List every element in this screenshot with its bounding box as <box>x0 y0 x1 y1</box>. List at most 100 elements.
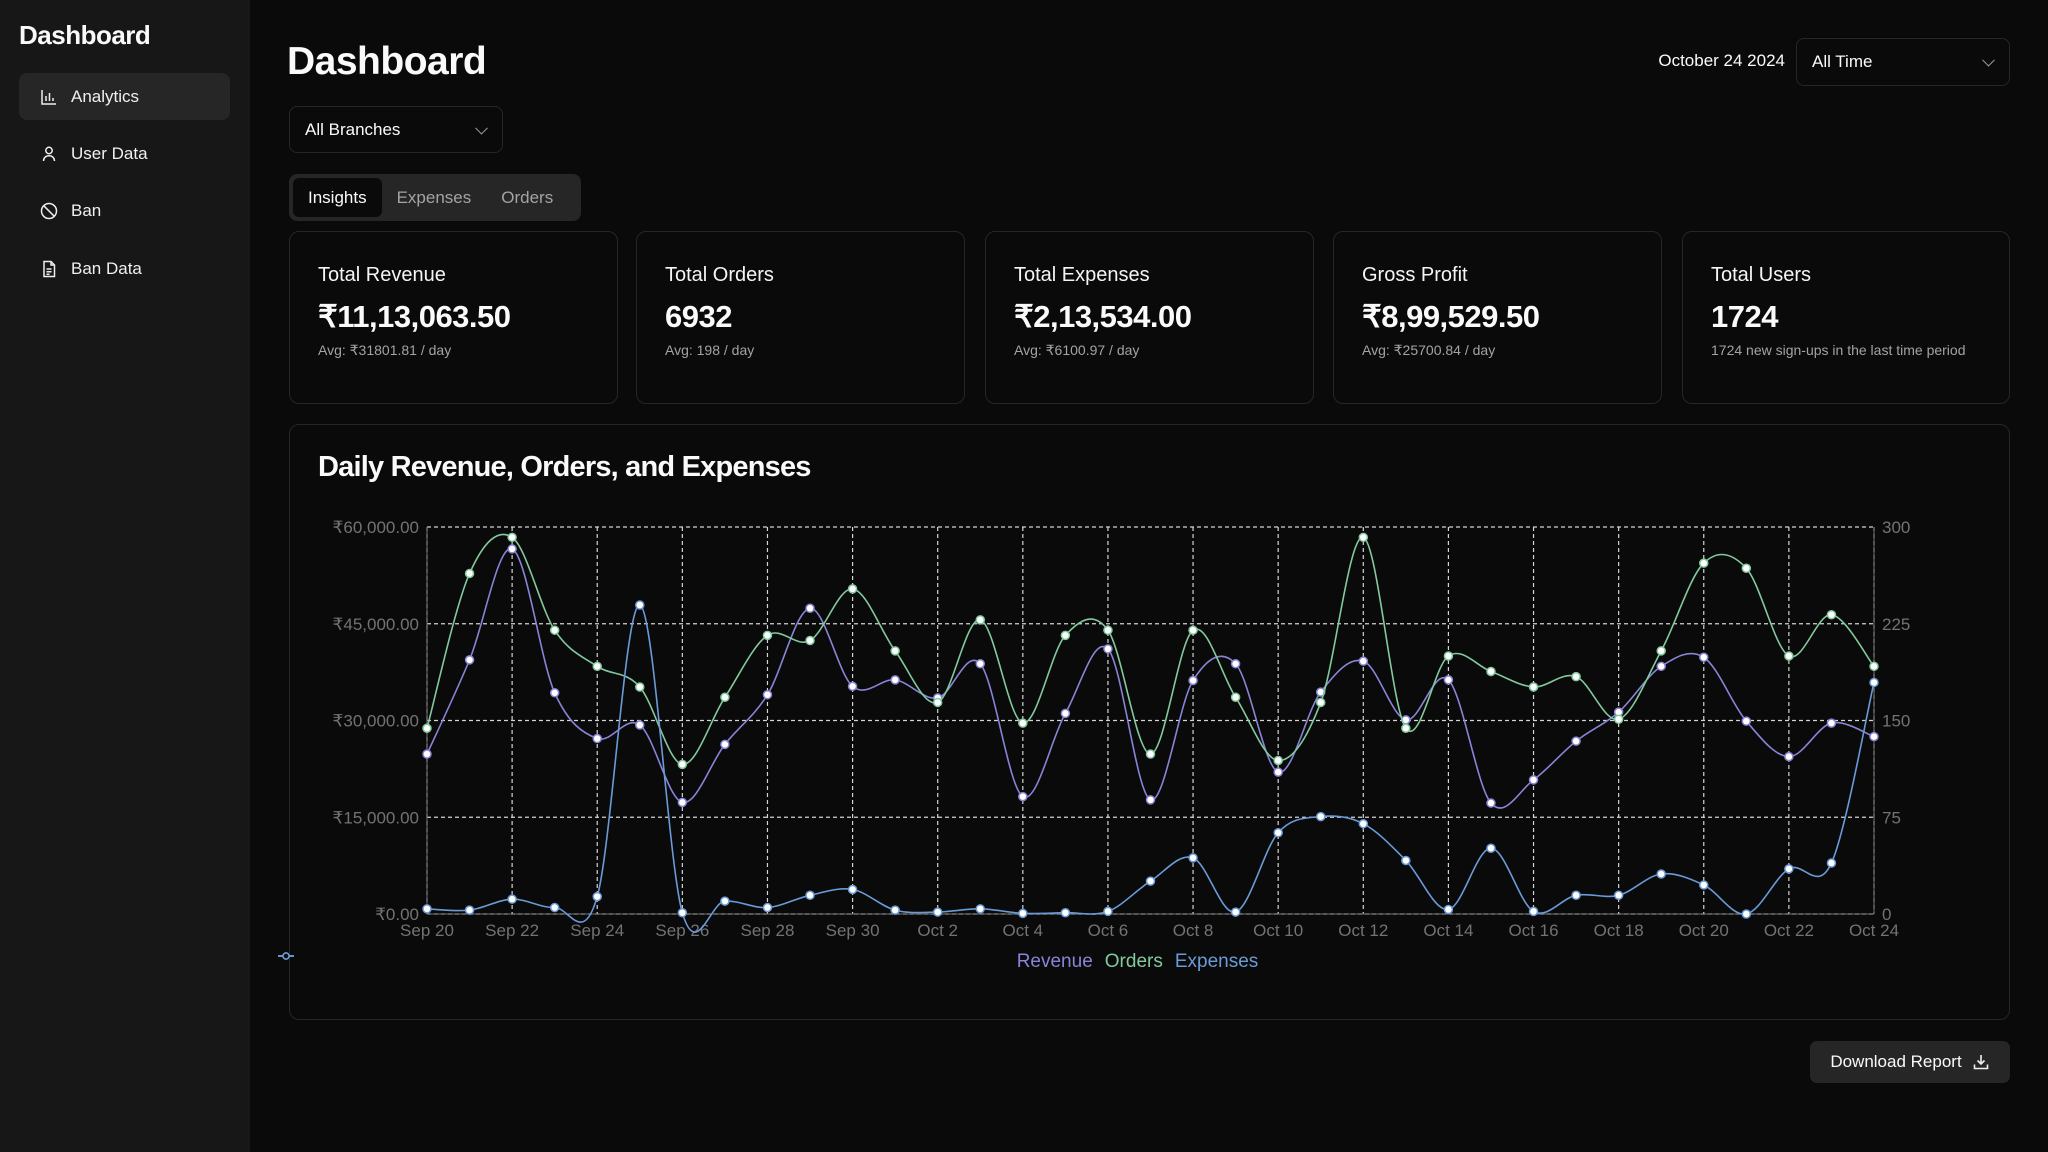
data-point-expenses <box>762 902 773 913</box>
x-tick-label: Oct 14 <box>1423 921 1473 940</box>
data-point-revenue <box>1060 708 1071 719</box>
sidebar-item-label: Ban <box>71 200 102 220</box>
card-value: 1724 <box>1711 299 1778 334</box>
file-text-icon <box>43 260 56 277</box>
x-tick-label: Oct 2 <box>917 921 958 940</box>
data-point-expenses <box>975 904 986 914</box>
data-point-revenue <box>1358 656 1369 666</box>
data-point-orders <box>847 584 858 594</box>
sidebar-item-label: Analytics <box>71 86 140 106</box>
data-point-expenses <box>507 894 517 904</box>
data-point-orders <box>805 635 815 646</box>
x-tick-label: Sep 22 <box>485 921 539 940</box>
data-point-orders <box>1103 625 1113 635</box>
y-right-tick-label: 225 <box>1882 615 1910 634</box>
card-subtext: Avg: 198 / day <box>665 342 755 358</box>
sidebar-item-analytics[interactable]: Analytics <box>19 73 230 120</box>
data-point-orders <box>1656 646 1666 656</box>
data-point-orders <box>1401 723 1411 733</box>
page-title: Dashboard <box>287 40 487 83</box>
data-point-revenue <box>1145 795 1156 805</box>
data-point-orders <box>1230 692 1241 703</box>
card-subtext: Avg: ₹31801.81 / day <box>318 342 452 358</box>
data-point-orders <box>932 697 943 708</box>
chart-legend: Revenue Orders Expenses <box>278 951 1997 973</box>
x-tick-label: Sep 26 <box>655 921 709 940</box>
branch-value: All Branches <box>305 119 401 139</box>
data-point-revenue <box>1018 791 1028 802</box>
download-report-button[interactable]: Download Report <box>1810 1041 2010 1083</box>
data-point-revenue <box>422 749 432 759</box>
card-value: ₹8,99,529.50 <box>1362 299 1540 334</box>
data-point-revenue <box>1188 675 1198 686</box>
x-tick-label: Oct 4 <box>1003 921 1044 940</box>
data-point-expenses <box>549 902 560 913</box>
download-report-label: Download Report <box>1830 1052 1962 1071</box>
data-point-orders <box>1528 682 1539 692</box>
data-point-expenses <box>1401 855 1411 866</box>
data-point-orders <box>1699 558 1709 568</box>
sidebar-item-user-data[interactable]: User Data <box>19 130 230 177</box>
x-tick-label: Oct 8 <box>1173 921 1214 940</box>
card-subtext: 1724 new sign-ups in the last time perio… <box>1711 342 1966 358</box>
data-point-expenses <box>1741 909 1752 919</box>
sidebar-item-label: Ban Data <box>71 258 142 278</box>
data-point-expenses <box>1315 811 1326 822</box>
tab-expenses[interactable]: Expenses <box>382 178 487 217</box>
data-point-expenses <box>422 904 432 914</box>
legend-marker-icon <box>278 952 294 960</box>
card-value: ₹11,13,063.50 <box>318 299 511 334</box>
data-point-expenses <box>1188 853 1198 863</box>
data-point-revenue <box>1486 798 1496 808</box>
branch-select[interactable]: All Branches <box>289 106 503 153</box>
data-point-expenses <box>592 891 602 902</box>
ban-icon <box>40 202 58 219</box>
data-point-orders <box>1741 563 1752 574</box>
data-point-revenue <box>975 658 986 669</box>
x-tick-label: Sep 28 <box>741 921 795 940</box>
sidebar-item-ban[interactable]: Ban <box>19 187 230 234</box>
data-point-orders <box>1273 755 1283 766</box>
legend-item-revenue[interactable]: Revenue <box>278 951 1093 973</box>
stat-card-gross-profit: Gross Profit ₹8,99,529.50 Avg: ₹25700.84… <box>1333 231 1662 404</box>
tab-insights[interactable]: Insights <box>293 178 382 217</box>
data-point-expenses <box>1018 908 1028 919</box>
data-point-revenue <box>635 720 645 730</box>
legend-item-expenses[interactable]: Expenses <box>278 951 1259 973</box>
x-tick-label: Oct 18 <box>1594 921 1644 940</box>
chevron-down-icon <box>475 121 488 135</box>
card-title: Total Orders <box>665 264 774 286</box>
data-point-revenue <box>1699 652 1709 663</box>
data-point-revenue <box>805 603 815 614</box>
data-point-revenue <box>1869 731 1879 742</box>
time-range-value: All Time <box>1812 52 1873 71</box>
y-right-tick-label: 300 <box>1882 518 1910 537</box>
data-point-orders <box>422 723 432 733</box>
data-point-expenses <box>890 905 900 915</box>
stat-card-total-orders: Total Orders 6932 Avg: 198 / day <box>636 231 965 404</box>
stat-card-total-expenses: Total Expenses ₹2,13,534.00 Avg: ₹6100.9… <box>985 231 1314 404</box>
y-left-tick-label: ₹15,000.00 <box>333 808 419 827</box>
data-point-orders <box>1188 625 1198 635</box>
data-point-revenue <box>762 689 773 700</box>
data-point-revenue <box>507 544 517 554</box>
data-point-expenses <box>1145 876 1156 886</box>
sidebar-item-ban-data[interactable]: Ban Data <box>19 245 230 292</box>
data-point-expenses <box>932 907 943 917</box>
data-point-expenses <box>1230 907 1241 917</box>
data-point-orders <box>507 532 517 543</box>
legend-item-orders[interactable]: Orders <box>278 951 1163 973</box>
data-point-orders <box>1784 651 1794 661</box>
data-point-revenue <box>1443 675 1454 685</box>
data-point-orders <box>464 568 475 579</box>
data-point-expenses <box>720 896 730 906</box>
data-point-expenses <box>1060 907 1071 918</box>
data-point-revenue <box>549 688 560 698</box>
data-point-orders <box>592 661 602 672</box>
legend-label: Expenses <box>1174 951 1259 972</box>
data-point-orders <box>549 625 560 635</box>
time-range-select[interactable]: All Time <box>1796 38 2010 86</box>
download-icon <box>1973 1055 1988 1070</box>
card-value: 6932 <box>665 299 732 334</box>
tab-orders[interactable]: Orders <box>486 178 568 217</box>
